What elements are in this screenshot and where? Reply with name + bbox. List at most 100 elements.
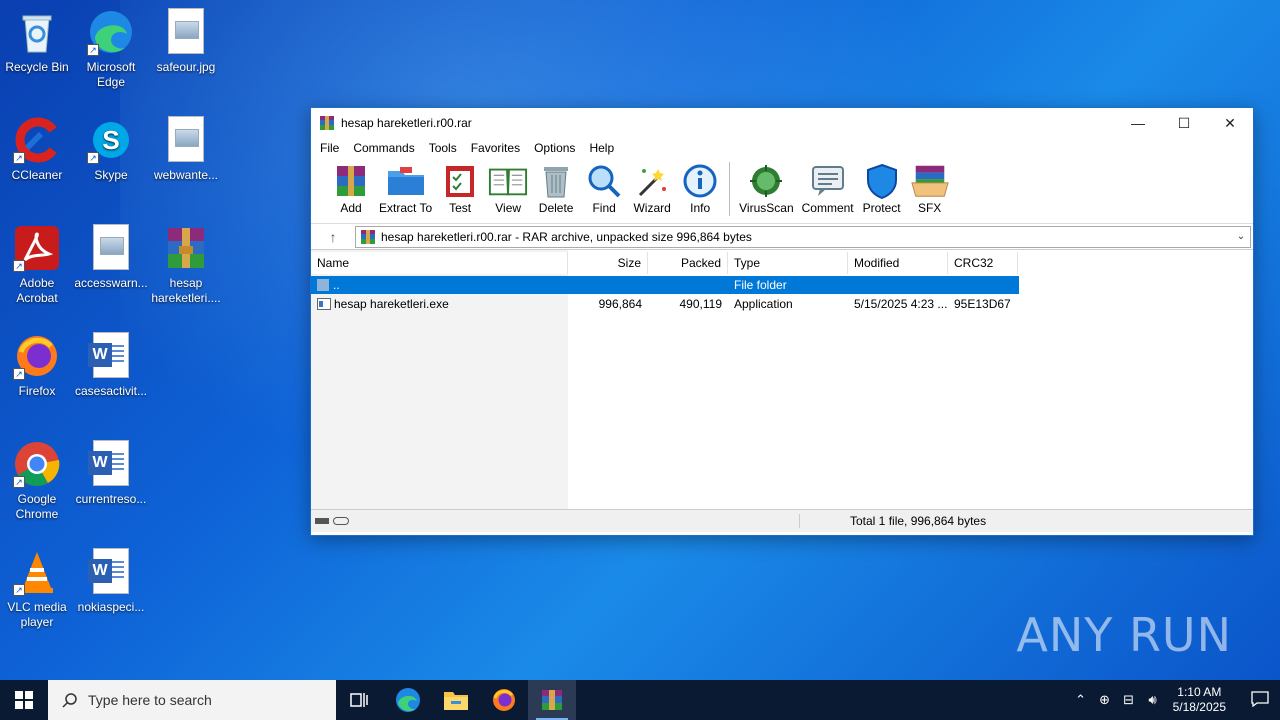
toolbar-test-button[interactable]: Test (436, 162, 484, 215)
column-header-size[interactable]: Size (568, 252, 648, 274)
taskbar-winrar[interactable] (528, 680, 576, 720)
menu-help[interactable]: Help (582, 141, 621, 155)
file-explorer-icon (444, 692, 468, 710)
chevron-down-icon[interactable]: ⌄ (1232, 231, 1250, 242)
taskbar-file-explorer[interactable] (432, 680, 480, 720)
column-header-type[interactable]: Type (728, 252, 848, 274)
window-titlebar[interactable]: hesap hareketleri.r00.rar — ☐ ✕ (311, 108, 1253, 138)
taskbar-search-box[interactable]: Type here to search (48, 680, 336, 720)
address-bar: ↑ hesap hareketleri.r00.rar - RAR archiv… (311, 224, 1253, 250)
maximize-button[interactable]: ☐ (1161, 108, 1207, 138)
toolbar-view-button[interactable]: View (484, 162, 532, 215)
toolbar-protect-button[interactable]: Protect (858, 162, 906, 215)
toolbar-virusscan-button[interactable]: VirusScan (735, 162, 797, 215)
status-text: Total 1 file, 996,864 bytes (799, 514, 986, 528)
delete-icon (536, 162, 576, 200)
toolbar: Add Extract To Test View Delete Find Wiz… (311, 158, 1253, 224)
shortcut-arrow-icon: ↗ (13, 584, 25, 596)
toolbar-sfx-button[interactable]: SFX (906, 162, 954, 215)
taskbar-firefox[interactable] (480, 680, 528, 720)
column-header-crc32[interactable]: CRC32 (948, 252, 1018, 274)
key-icon[interactable] (333, 517, 349, 525)
toolbar-info-button[interactable]: Info (676, 162, 724, 215)
network-icon[interactable]: ⊟ (1117, 692, 1141, 708)
toolbar-find-button[interactable]: Find (580, 162, 628, 215)
drive-icon[interactable] (315, 518, 329, 524)
address-field[interactable]: hesap hareketleri.r00.rar - RAR archive,… (355, 225, 1251, 248)
virusscan-icon (746, 162, 786, 200)
desktop-icon-label: safeour.jpg (156, 60, 216, 74)
toolbar-delete-button[interactable]: Delete (532, 162, 580, 215)
notification-icon[interactable] (1240, 690, 1280, 710)
menu-tools[interactable]: Tools (422, 141, 464, 155)
desktop-icon-ccleaner[interactable]: ↗ CCleaner (0, 116, 74, 183)
toolbar-label: SFX (917, 201, 942, 215)
desktop-icon-microsoft-edge[interactable]: ↗ Microsoft Edge (74, 8, 148, 90)
word-document-icon: W (87, 332, 135, 380)
rar-archive-icon (361, 229, 375, 244)
column-header-name[interactable]: Name (311, 252, 568, 274)
desktop-icon-safeour[interactable]: safeour.jpg (149, 8, 223, 75)
taskbar-edge[interactable] (384, 680, 432, 720)
menu-favorites[interactable]: Favorites (464, 141, 527, 155)
table-row[interactable]: .. File folder (311, 276, 1019, 294)
menu-options[interactable]: Options (527, 141, 582, 155)
image-file-icon (87, 224, 135, 272)
desktop-icon-adobe-acrobat[interactable]: ↗ Adobe Acrobat (0, 224, 74, 306)
row-name-cell: hesap hareketleri.exe (311, 295, 568, 313)
chevron-up-icon[interactable]: ⌃ (1069, 692, 1093, 708)
volume-icon[interactable]: 🔊︎ (1141, 692, 1165, 708)
desktop-icon-firefox[interactable]: ↗ Firefox (0, 332, 74, 399)
toolbar-label: VirusScan (739, 201, 794, 215)
toolbar-extract-to-button[interactable]: Extract To (375, 162, 436, 215)
table-row[interactable]: hesap hareketleri.exe 996,864 490,119 Ap… (311, 295, 1019, 313)
system-tray: ⌃ ⊕ ⊟ 🔊︎ 1:10 AM 5/18/2025 (1069, 680, 1280, 720)
minimize-button[interactable]: — (1115, 108, 1161, 138)
row-modified (848, 276, 948, 294)
close-button[interactable]: ✕ (1207, 108, 1253, 138)
toolbar-add-button[interactable]: Add (327, 162, 375, 215)
toolbar-separator (729, 162, 731, 216)
row-packed (648, 276, 728, 294)
desktop-icon-webwante[interactable]: webwante... (149, 116, 223, 183)
menu-file[interactable]: File (313, 141, 346, 155)
desktop-icon-google-chrome[interactable]: ↗ Google Chrome (0, 440, 74, 522)
up-arrow-icon[interactable]: ↑ (311, 229, 355, 245)
recycle-bin-icon (13, 8, 61, 56)
address-text: hesap hareketleri.r00.rar - RAR archive,… (381, 229, 752, 244)
desktop-icon-hesap-rar[interactable]: hesap hareketleri.... (149, 224, 223, 306)
menu-commands[interactable]: Commands (346, 141, 421, 155)
row-type: File folder (734, 278, 787, 292)
protect-icon (862, 162, 902, 200)
start-button[interactable] (0, 680, 48, 720)
clock[interactable]: 1:10 AM 5/18/2025 (1173, 685, 1226, 715)
firefox-icon (493, 689, 515, 711)
task-view-button[interactable] (336, 680, 384, 720)
toolbar-label: Protect (862, 201, 901, 215)
desktop-icon-vlc[interactable]: ↗ VLC media player (0, 548, 74, 630)
winrar-archive-icon (162, 224, 210, 272)
toolbar-comment-button[interactable]: Comment (798, 162, 858, 215)
shortcut-arrow-icon: ↗ (87, 44, 99, 56)
search-placeholder: Type here to search (88, 692, 212, 708)
toolbar-label: Extract To (379, 201, 433, 215)
desktop-icon-currentreso[interactable]: W currentreso... (74, 440, 148, 507)
column-header-modified[interactable]: Modified (848, 252, 948, 274)
column-header-packed[interactable]: Packed (648, 252, 728, 274)
row-name: .. (333, 278, 340, 292)
status-bar: Total 1 file, 996,864 bytes (311, 510, 1253, 532)
desktop-icon-nokiaspeci[interactable]: W nokiaspeci... (74, 548, 148, 615)
row-crc (948, 276, 1018, 294)
info-icon (680, 162, 720, 200)
desktop-icon-accesswarn[interactable]: accesswarn... (74, 224, 148, 291)
column-header-row: Name Size Packed Type Modified CRC32 (311, 252, 1018, 274)
desktop-icon-recycle-bin[interactable]: Recycle Bin (0, 8, 74, 75)
desktop-icon-label: Skype (94, 168, 128, 182)
desktop-icon-casesactivit[interactable]: W casesactivit... (74, 332, 148, 399)
meet-now-icon[interactable]: ⊕ (1093, 692, 1117, 708)
view-icon (488, 162, 528, 200)
desktop-icon-skype[interactable]: S ↗ Skype (74, 116, 148, 183)
toolbar-wizard-button[interactable]: Wizard (628, 162, 676, 215)
skype-icon: S ↗ (87, 116, 135, 164)
shortcut-arrow-icon: ↗ (13, 476, 25, 488)
